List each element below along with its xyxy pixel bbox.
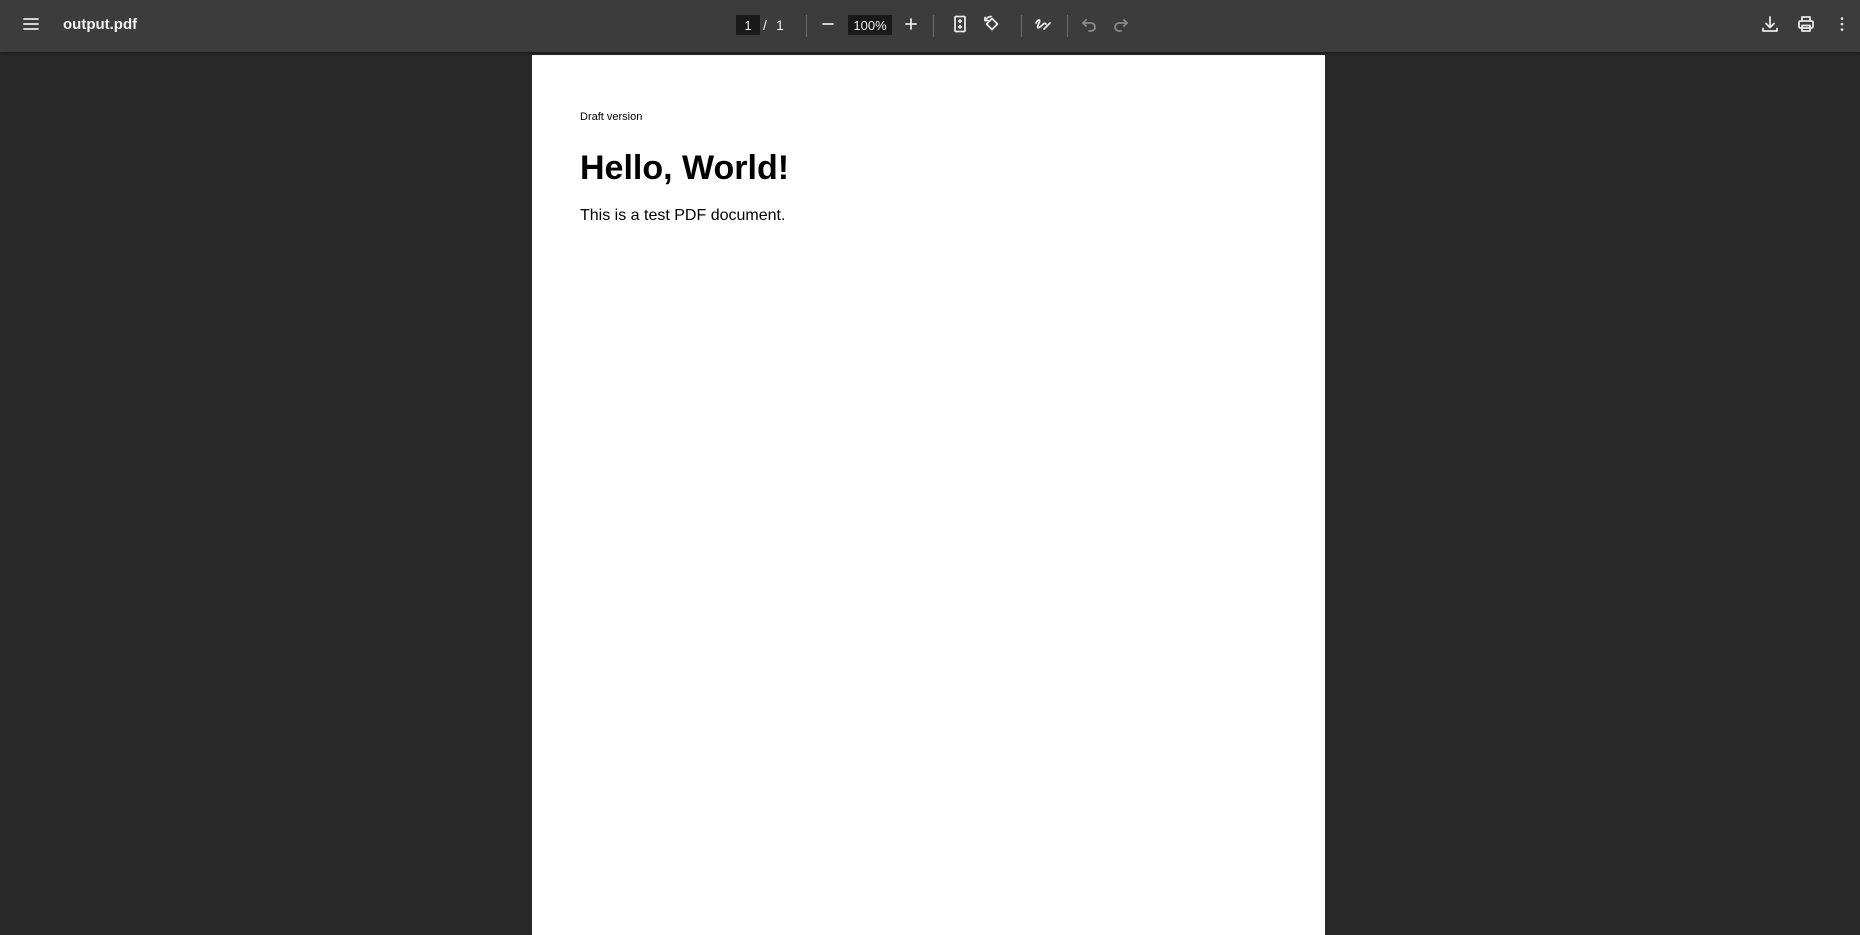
- print-button[interactable]: [1788, 6, 1824, 42]
- redo-button[interactable]: [1103, 6, 1139, 42]
- draw-annotation-icon: [1035, 19, 1051, 30]
- toolbar-divider: [1021, 15, 1022, 37]
- zoom-level-input[interactable]: [848, 15, 892, 35]
- annotate-button[interactable]: [1025, 6, 1061, 42]
- rotate-counterclockwise-icon: [984, 15, 999, 31]
- document-paragraph: This is a test PDF document.: [580, 207, 786, 224]
- download-icon: [1762, 16, 1778, 32]
- minus-icon: [822, 23, 834, 25]
- document-viewer[interactable]: Draft version Hello, World! This is a te…: [0, 52, 1860, 935]
- undo-icon: [1082, 19, 1096, 32]
- toolbar-divider: [1067, 15, 1068, 37]
- toolbar-divider: [806, 15, 807, 37]
- undo-button[interactable]: [1071, 6, 1107, 42]
- document-title: output.pdf: [63, 16, 138, 33]
- toolbar-divider: [933, 15, 934, 37]
- draft-label: Draft version: [580, 111, 643, 123]
- zoom-out-button[interactable]: [810, 6, 846, 42]
- page-number-input[interactable]: [736, 15, 760, 35]
- rotate-button[interactable]: [974, 6, 1010, 42]
- pdf-page: Draft version Hello, World! This is a te…: [532, 55, 1325, 935]
- download-button[interactable]: [1752, 6, 1788, 42]
- zoom-in-button[interactable]: [893, 6, 929, 42]
- page-separator: /: [763, 17, 767, 33]
- hamburger-menu-icon[interactable]: [13, 6, 49, 42]
- fit-to-page-icon: [954, 15, 966, 33]
- page-total: 1: [776, 17, 784, 33]
- fit-to-page-button[interactable]: [942, 6, 978, 42]
- plus-icon: [905, 18, 917, 30]
- more-options-button[interactable]: [1824, 6, 1860, 42]
- redo-icon: [1114, 19, 1128, 32]
- more-vertical-icon: [1840, 17, 1844, 31]
- pdf-toolbar: output.pdf / 1: [0, 0, 1860, 52]
- document-heading: Hello, World!: [580, 149, 790, 187]
- print-icon: [1798, 16, 1814, 32]
